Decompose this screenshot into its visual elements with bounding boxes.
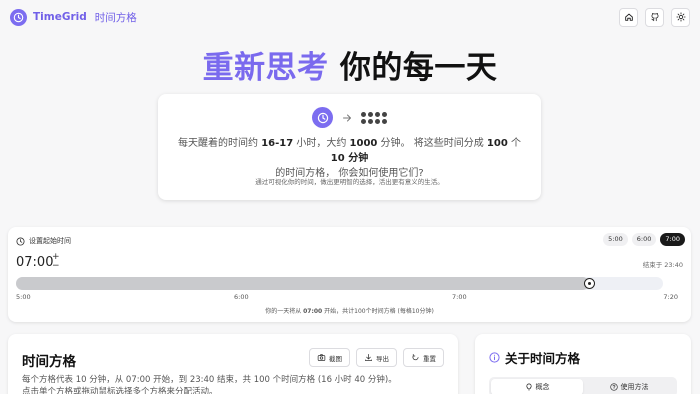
tick-label: 7:20 (663, 293, 678, 301)
start-time-slider[interactable] (16, 277, 663, 290)
grid-description: 每个方格代表 10 分钟，从 07:00 开始，到 23:40 结束，共 100… (22, 374, 447, 394)
tab-concept-label: 概念 (535, 383, 550, 391)
clock-icon (312, 107, 333, 128)
help-circle-icon (609, 383, 618, 391)
tab-usage[interactable]: 使用方法 (583, 379, 675, 394)
header-actions (619, 7, 690, 27)
clock-icon (16, 236, 25, 246)
intro-text: 每天醒着的时间约 16-17 小时，大约 1000 分钟。 将这些时间分成 10… (170, 136, 529, 181)
reset-label: 重置 (423, 354, 436, 363)
home-button[interactable] (619, 7, 638, 27)
tab-usage-label: 使用方法 (620, 383, 649, 391)
about-tabs: 概念 使用方法 (489, 377, 677, 394)
summary-time: 07:00 (303, 308, 323, 315)
time-grid-card: 时间方格 截图 导出 重置 每个方格代表 10 分钟，从 07:00 开始，到 … (8, 334, 458, 394)
export-label: 导出 (376, 354, 389, 363)
screenshot-button[interactable]: 截图 (309, 348, 350, 367)
slider-fill (16, 277, 589, 290)
intro-text-part: 小时，大约 (293, 138, 350, 149)
start-time-label: 设置起始时间 (16, 236, 71, 246)
grid-title: 时间方格 (22, 354, 76, 370)
tick-label: 5:00 (16, 293, 31, 301)
about-card: 关于时间方格 概念 使用方法 (475, 334, 691, 394)
time-stepper: + − (52, 253, 60, 271)
home-icon (624, 13, 633, 21)
clock-logo-icon (10, 8, 27, 26)
sun-icon (675, 12, 686, 22)
brand-subtitle: 时间方格 (94, 11, 137, 24)
hero-title-accent: 重新思考 (202, 50, 329, 86)
preset-5[interactable]: 5:00 (603, 233, 628, 246)
preset-7[interactable]: 7:00 (660, 233, 685, 246)
start-time-label-text: 设置起始时间 (29, 237, 71, 245)
screenshot-label: 截图 (329, 354, 342, 363)
camera-icon (317, 354, 326, 361)
github-button[interactable] (645, 7, 664, 27)
tick-label: 6:00 (234, 293, 249, 301)
export-button[interactable]: 导出 (356, 348, 397, 367)
tab-concept[interactable]: 概念 (491, 379, 583, 394)
intro-text-part: 每天醒着的时间约 (178, 138, 262, 149)
start-time-value: 07:00 (16, 255, 54, 270)
info-icon (489, 352, 500, 363)
github-icon (650, 13, 658, 22)
intro-subtext: 通过可视化你的时间，做出更明智的选择，活出更有意义的生活。 (255, 178, 444, 186)
decrement-button[interactable]: − (52, 262, 60, 271)
preset-6[interactable]: 6:00 (631, 233, 657, 246)
intro-text-part: 个 (507, 138, 521, 149)
intro-block: 10 分钟 (330, 153, 369, 164)
summary-part: 开始，共计100个时间方格 (每格10分钟) (322, 308, 434, 315)
grid-actions: 截图 导出 重置 (309, 348, 444, 367)
intro-card: 每天醒着的时间约 16-17 小时，大约 1000 分钟。 将这些时间分成 10… (158, 94, 541, 200)
intro-hours: 16-17 (261, 138, 294, 149)
time-summary: 你的一天将从 07:00 开始，共计100个时间方格 (每格10分钟) (8, 306, 691, 315)
grid-desc-line1: 每个方格代表 10 分钟，从 07:00 开始，到 23:40 结束，共 100… (22, 375, 397, 385)
intro-illustration (158, 107, 541, 128)
intro-count: 100 (486, 138, 508, 149)
slider-ticks: 5:00 6:00 7:00 7:20 (16, 293, 678, 303)
lightbulb-icon (525, 383, 532, 391)
theme-toggle-button[interactable] (671, 7, 690, 27)
brand-name: TimeGrid (33, 11, 87, 23)
end-time-text: 结束于 23:40 (642, 261, 683, 269)
hero-title: 重新思考 你的每一天 (0, 48, 700, 88)
reset-button[interactable]: 重置 (403, 348, 444, 367)
intro-minutes: 1000 (349, 138, 378, 149)
about-title: 关于时间方格 (489, 348, 580, 367)
preset-group: 5:00 6:00 7:00 (603, 233, 685, 246)
summary-part: 你的一天将从 (265, 308, 304, 315)
intro-text-part: 分钟。 将这些时间分成 (377, 138, 487, 149)
about-title-text: 关于时间方格 (505, 351, 581, 366)
grid-desc-line2: 点击单个方格或拖动鼠标选择多个方格来分配活动。 (22, 387, 218, 394)
start-time-card: 设置起始时间 5:00 6:00 7:00 07:00 + − 结束于 23:4… (8, 227, 691, 322)
hero-title-rest: 你的每一天 (328, 50, 498, 86)
tick-label: 7:00 (452, 293, 467, 301)
refresh-icon (412, 353, 419, 361)
slider-thumb[interactable] (583, 278, 595, 289)
brand[interactable]: TimeGrid 时间方格 (10, 8, 137, 26)
app-header: TimeGrid 时间方格 (0, 0, 700, 34)
grid-dots-icon (361, 111, 387, 124)
arrow-right-icon (343, 114, 351, 121)
download-icon (365, 353, 372, 362)
